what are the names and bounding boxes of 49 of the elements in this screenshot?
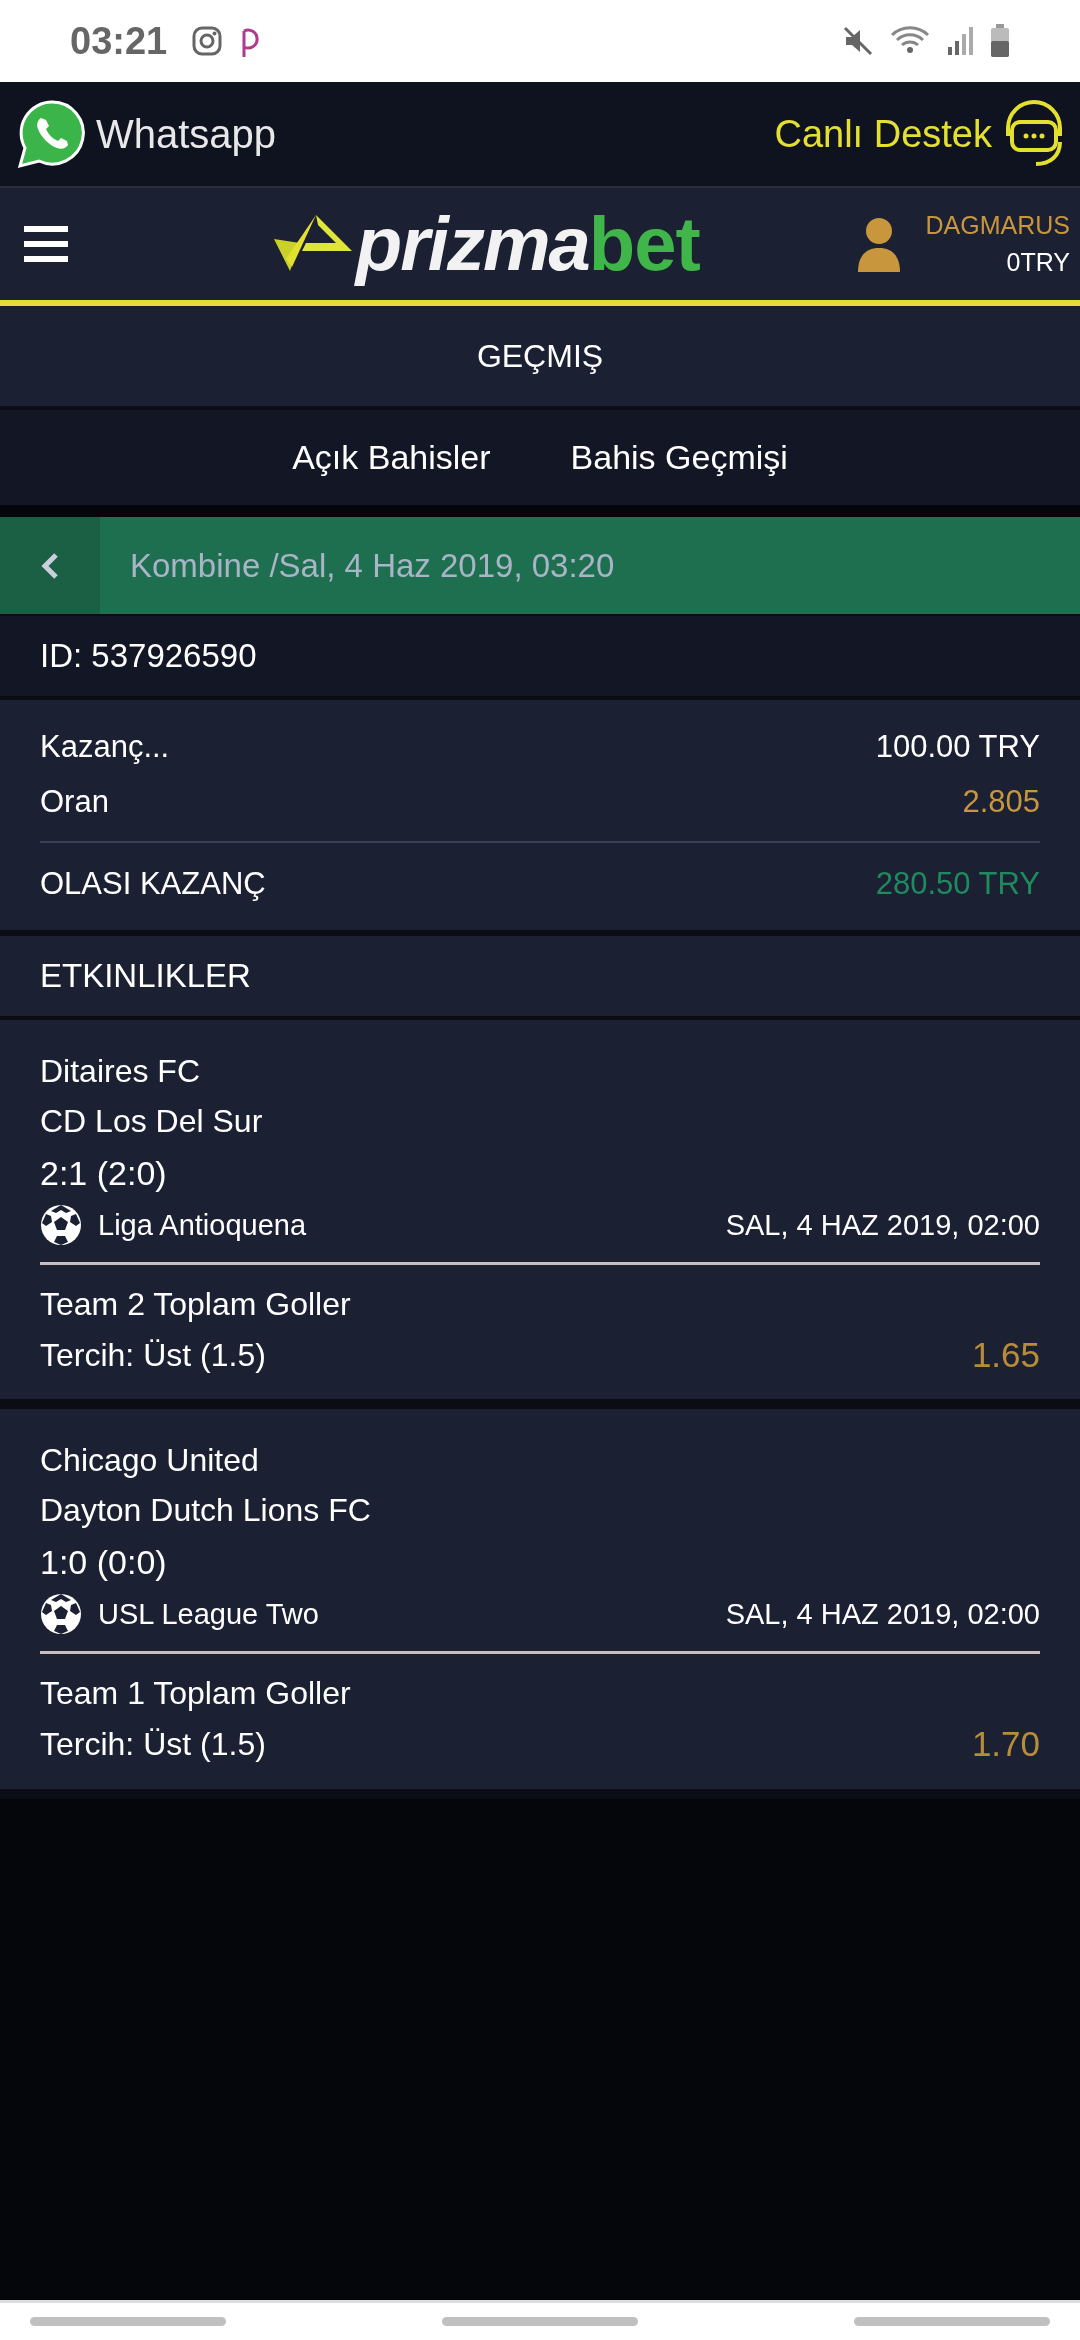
score: 2:1 (2:0)	[40, 1152, 168, 1194]
pick-text: Tercih: Üst (1.5)	[40, 1725, 266, 1765]
league-name: Liga Antioquena	[98, 1207, 307, 1243]
team-name: Ditaires FC	[40, 1051, 201, 1091]
soccer-ball-icon	[40, 1593, 82, 1635]
nav-pill[interactable]	[442, 2317, 638, 2326]
bet-title: Kombine /Sal, 4 Haz 2019, 03:20	[129, 545, 615, 586]
back-button[interactable]	[0, 517, 100, 614]
team-name: Dayton Dutch Lions FC	[40, 1491, 372, 1530]
market-name: Team 1 Toplam Goller	[40, 1674, 352, 1713]
mute-icon	[842, 25, 874, 57]
summary-value: 280.50 TRY	[875, 865, 1040, 903]
team-name: CD Los Del Sur	[40, 1101, 264, 1141]
logo-text: bet	[588, 200, 700, 288]
team-name: Chicago United	[40, 1441, 260, 1480]
user-icon[interactable]	[855, 216, 902, 272]
chevron-left-icon	[41, 551, 59, 580]
logo-text: prizma	[355, 200, 589, 288]
bet-id: ID: 537926590	[0, 614, 1080, 700]
odds-value: 1.65	[971, 1333, 1040, 1376]
page-title: GEÇMIŞ	[0, 306, 1080, 410]
section-title: ETKINLIKLER	[0, 935, 1080, 1020]
summary-label: Oran	[40, 782, 109, 821]
soccer-ball-icon	[40, 1203, 82, 1246]
status-time: 03:21	[70, 18, 168, 64]
summary-label: Kazanç...	[40, 728, 170, 766]
nav-pill[interactable]	[854, 2317, 1050, 2326]
camera-icon	[191, 25, 224, 57]
support-link[interactable]: Canlı Destek	[774, 105, 992, 163]
whatsapp-link[interactable]: Whatsapp	[96, 104, 277, 164]
pick-text: Tercih: Üst (1.5)	[40, 1335, 266, 1375]
summary-value: 2.805	[962, 782, 1040, 821]
odds-value: 1.70	[971, 1723, 1040, 1765]
chat-bubble-icon	[16, 98, 88, 170]
tab[interactable]: Açık Bahisler	[292, 432, 491, 483]
balance: 0TRY	[1005, 247, 1070, 278]
nav-pill[interactable]	[30, 2317, 226, 2326]
event-date: SAL, 4 HAZ 2019, 02:00	[725, 1597, 1040, 1632]
username: DAGMARUS	[925, 209, 1070, 241]
league-name: USL League Two	[98, 1597, 319, 1632]
signal-icon	[946, 25, 974, 57]
tab[interactable]: Bahis Geçmişi	[570, 432, 788, 483]
menu-icon[interactable]	[24, 224, 68, 264]
score: 1:0 (0:0)	[40, 1542, 168, 1583]
summary-value: 100.00 TRY	[875, 728, 1040, 766]
event-date: SAL, 4 HAZ 2019, 02:00	[725, 1207, 1040, 1243]
market-name: Team 2 Toplam Goller	[40, 1284, 352, 1324]
battery-icon	[990, 24, 1010, 58]
summary-label: OLASI KAZANÇ	[40, 865, 266, 903]
